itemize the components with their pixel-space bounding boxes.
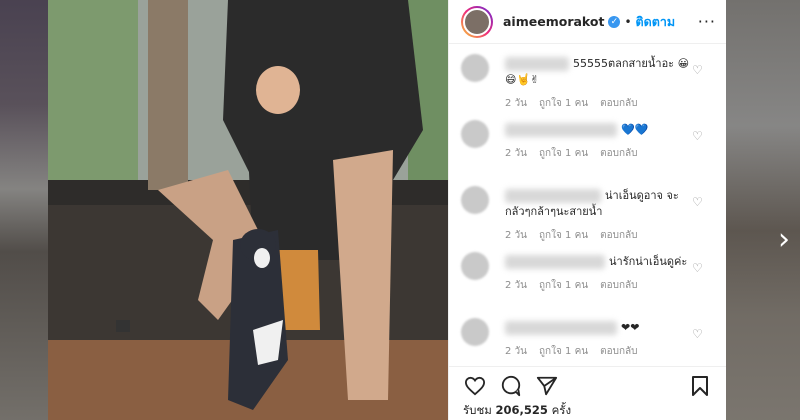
views-number: 206,525 xyxy=(495,403,548,417)
separator-dot: • xyxy=(624,14,632,29)
comment-likes[interactable]: ถูกใจ 1 คน xyxy=(539,146,588,161)
comment-item: น่ารักน่าเอ็นดูค่ะ 2 วัน ถูกใจ 1 คน ตอบกลั… xyxy=(449,242,726,308)
comment-list: 55555ตลกสายน้ำอะ 😀😄🤘✌ 2 วัน ถูกใจ 1 คน ตอบ… xyxy=(449,44,726,366)
blurred-username[interactable] xyxy=(505,255,605,269)
comment-bubble-icon[interactable] xyxy=(499,374,523,398)
comment-text: น่ารักน่าเอ็นดูค่ะ xyxy=(609,255,688,268)
like-comment-heart-icon[interactable]: ♡ xyxy=(692,130,704,142)
view-count: รับชม 206,525 ครั้ง xyxy=(463,402,712,420)
like-comment-heart-icon[interactable]: ♡ xyxy=(692,328,704,340)
post-footer: รับชม 206,525 ครั้ง xyxy=(449,366,726,420)
post-video[interactable] xyxy=(48,0,448,420)
commenter-avatar[interactable] xyxy=(461,186,489,214)
like-comment-heart-icon[interactable]: ♡ xyxy=(692,196,704,208)
commenter-avatar[interactable] xyxy=(461,120,489,148)
comment-item: ❤❤ 2 วัน ถูกใจ 1 คน ตอบกลับ ♡ xyxy=(449,308,726,366)
comment-item: 55555ตลกสายน้ำอะ 😀😄🤘✌ 2 วัน ถูกใจ 1 คน ตอบ… xyxy=(449,44,726,110)
post-modal: aimeemorakot ✓ • ติดตาม ··· 55555ตลกสายน… xyxy=(48,0,726,420)
reply-button[interactable]: ตอบกลับ xyxy=(600,228,637,243)
blurred-username[interactable] xyxy=(505,189,601,203)
commenter-avatar[interactable] xyxy=(461,54,489,82)
share-paper-plane-icon[interactable] xyxy=(535,374,559,398)
commenter-avatar[interactable] xyxy=(461,318,489,346)
save-bookmark-icon[interactable] xyxy=(688,374,712,398)
comment-likes[interactable]: ถูกใจ 1 คน xyxy=(539,278,588,293)
views-label: รับชม xyxy=(463,403,492,417)
comment-time[interactable]: 2 วัน xyxy=(505,96,527,111)
reply-button[interactable]: ตอบกลับ xyxy=(600,96,637,111)
background-post-right xyxy=(726,0,800,420)
views-unit: ครั้ง xyxy=(551,403,572,417)
next-post-arrow-icon[interactable]: › xyxy=(774,222,794,258)
comment-likes[interactable]: ถูกใจ 1 คน xyxy=(539,96,588,111)
verified-badge-icon: ✓ xyxy=(608,15,621,28)
like-comment-heart-icon[interactable]: ♡ xyxy=(692,64,704,76)
action-bar xyxy=(463,373,712,399)
reply-button[interactable]: ตอบกลับ xyxy=(600,344,637,359)
like-comment-heart-icon[interactable]: ♡ xyxy=(692,262,704,274)
like-heart-icon[interactable] xyxy=(463,374,487,398)
commenter-avatar[interactable] xyxy=(461,252,489,280)
comment-text: ❤❤ xyxy=(621,321,640,334)
reply-button[interactable]: ตอบกลับ xyxy=(600,146,637,161)
comment-item: 💙💙 2 วัน ถูกใจ 1 คน ตอบกลับ ♡ xyxy=(449,110,726,176)
video-frame xyxy=(48,0,448,420)
blurred-username[interactable] xyxy=(505,321,617,335)
avatar[interactable] xyxy=(461,5,493,38)
reply-button[interactable]: ตอบกลับ xyxy=(600,278,637,293)
comment-text: 💙💙 xyxy=(621,123,649,136)
comment-time[interactable]: 2 วัน xyxy=(505,344,527,359)
username-link[interactable]: aimeemorakot xyxy=(503,14,604,29)
comments-panel: aimeemorakot ✓ • ติดตาม ··· 55555ตลกสายน… xyxy=(448,0,726,420)
comment-time[interactable]: 2 วัน xyxy=(505,278,527,293)
comment-time[interactable]: 2 วัน xyxy=(505,228,527,243)
blurred-username[interactable] xyxy=(505,57,569,71)
blurred-username[interactable] xyxy=(505,123,617,137)
post-header: aimeemorakot ✓ • ติดตาม ··· xyxy=(449,0,726,44)
comment-likes[interactable]: ถูกใจ 1 คน xyxy=(539,344,588,359)
follow-button[interactable]: ติดตาม xyxy=(636,12,676,32)
comment-item: น่าเอ็นดูอาจ จะกลัวๆกล้าๆนะสายน้ำ 2 วันถ… xyxy=(449,176,726,242)
background-post-left xyxy=(0,0,48,420)
comment-likes[interactable]: ถูกใจ 1 คน xyxy=(539,228,588,243)
more-options-icon[interactable]: ··· xyxy=(698,12,716,31)
comment-time[interactable]: 2 วัน xyxy=(505,146,527,161)
